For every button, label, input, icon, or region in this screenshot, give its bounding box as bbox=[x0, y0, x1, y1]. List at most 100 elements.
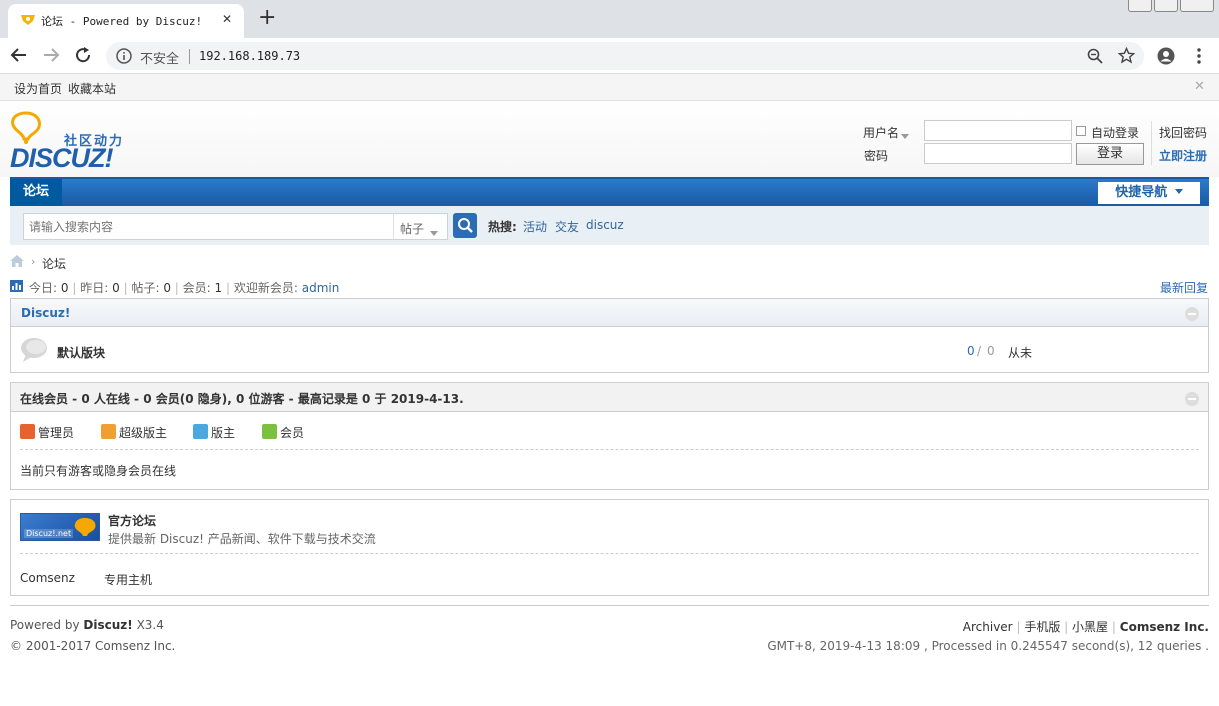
tab-title: 论坛 - Powered by Discuz! bbox=[41, 15, 203, 28]
bookmark-star-icon[interactable] bbox=[1117, 46, 1136, 67]
powered-by: Powered by Discuz! X3.4 bbox=[10, 618, 164, 632]
footer-links: Archiver | 手机版 | 小黑屋 | Comsenz Inc. bbox=[962, 620, 1209, 634]
login-button[interactable]: 登录 bbox=[1076, 143, 1144, 165]
search-type-select[interactable]: 帖子 bbox=[400, 220, 424, 237]
super-moderator-icon bbox=[101, 424, 116, 439]
password-input[interactable] bbox=[924, 143, 1072, 164]
browser-tab[interactable]: 论坛 - Powered by Discuz! ✕ bbox=[8, 4, 244, 38]
archiver-link[interactable]: Archiver bbox=[963, 620, 1013, 634]
stats-chart-icon bbox=[10, 280, 23, 295]
latest-replies-link[interactable]: 最新回复 bbox=[1160, 279, 1208, 296]
quick-nav-button[interactable]: 快捷导航 bbox=[1098, 182, 1200, 204]
collapse-icon[interactable] bbox=[1185, 307, 1199, 321]
official-logo-text: Discuz!.net bbox=[24, 529, 74, 538]
register-link[interactable]: 立即注册 bbox=[1159, 147, 1207, 164]
copyright: © 2001-2017 Comsenz Inc. bbox=[10, 639, 176, 653]
site-logo[interactable]: 社区动力 DISCUZ! bbox=[10, 111, 130, 173]
posts-count: 0 bbox=[163, 281, 171, 295]
main-nav: 论坛 快捷导航 bbox=[10, 177, 1209, 206]
site-header: 社区动力 DISCUZ! 用户名 密码 自动登录 登录 找回密码 立即注册 bbox=[0, 101, 1219, 177]
home-icon[interactable] bbox=[10, 255, 24, 270]
nav-item-forum[interactable]: 论坛 bbox=[10, 179, 62, 206]
forum-bubble-icon bbox=[20, 337, 50, 366]
dashed-divider bbox=[20, 553, 1199, 554]
forum-stats: 今日: 0 | 昨日: 0 | 帖子: 0 | 会员: 1 | 欢迎新会员: a… bbox=[29, 281, 340, 295]
search-button[interactable] bbox=[453, 213, 477, 238]
moderator-icon bbox=[193, 424, 208, 439]
favicon-icon bbox=[20, 13, 36, 27]
quick-nav-label: 快捷导航 bbox=[1115, 185, 1168, 200]
online-header: 在线会员 - 0 人在线 - 0 会员(0 隐身), 0 位游客 - 最高记录是… bbox=[11, 383, 1208, 412]
hot-term-link[interactable]: discuz bbox=[586, 218, 624, 232]
official-forum-desc: 提供最新 Discuz! 产品新闻、软件下载与技术交流 bbox=[108, 532, 376, 546]
hot-term-link[interactable]: 活动 bbox=[523, 218, 547, 235]
category-box: Discuz! 默认版块 0 / 0 从未 bbox=[10, 298, 1209, 373]
tab-close-icon[interactable]: ✕ bbox=[222, 12, 232, 26]
menu-icon[interactable] bbox=[1197, 48, 1201, 67]
search-icon bbox=[458, 218, 473, 233]
forum-name-link[interactable]: 默认版块 bbox=[57, 344, 105, 361]
reload-icon[interactable] bbox=[74, 46, 92, 67]
back-icon[interactable] bbox=[10, 46, 28, 67]
username-input[interactable] bbox=[924, 120, 1072, 141]
role-label: 管理员 bbox=[38, 426, 75, 440]
maximize-icon[interactable] bbox=[1154, 0, 1178, 12]
auto-login-label[interactable]: 自动登录 bbox=[1091, 124, 1139, 141]
logo-brand: DISCUZ! bbox=[10, 143, 113, 173]
browser-tab-strip: 论坛 - Powered by Discuz! ✕ + bbox=[0, 0, 1219, 38]
search-box: 帖子 bbox=[23, 213, 448, 240]
text-link[interactable]: Comsenz bbox=[20, 571, 75, 585]
mobile-link[interactable]: 手机版 bbox=[1024, 620, 1060, 634]
new-tab-button[interactable]: + bbox=[258, 6, 276, 30]
footer-divider bbox=[10, 605, 1209, 606]
username-dropdown-icon[interactable] bbox=[901, 128, 909, 142]
admin-icon bbox=[20, 424, 35, 439]
set-home-link[interactable]: 设为首页 bbox=[14, 80, 62, 97]
online-title[interactable]: 在线会员 - 0 人在线 - 0 会员(0 隐身), 0 位游客 - 最高记录是… bbox=[20, 390, 464, 407]
hot-search-label: 热搜: bbox=[488, 220, 517, 234]
debug-info: GMT+8, 2019-4-13 18:09 , Processed in 0.… bbox=[767, 639, 1209, 653]
role-legend: 管理员 超级版主 版主 会员 bbox=[20, 424, 1200, 440]
text-link[interactable]: 专用主机 bbox=[104, 571, 152, 588]
info-icon[interactable] bbox=[116, 48, 132, 67]
close-window-icon[interactable] bbox=[1180, 0, 1214, 12]
forgot-password-link[interactable]: 找回密码 bbox=[1159, 124, 1207, 141]
search-type-dropdown-icon[interactable] bbox=[430, 225, 438, 239]
username-label: 用户名 bbox=[863, 126, 900, 140]
category-header: Discuz! bbox=[11, 299, 1208, 327]
url-text: 192.168.189.73 bbox=[199, 49, 301, 63]
address-bar[interactable]: 不安全 192.168.189.73 bbox=[106, 42, 1144, 70]
online-members-box: 在线会员 - 0 人在线 - 0 会员(0 隐身), 0 位游客 - 最高记录是… bbox=[10, 382, 1209, 490]
role-label: 版主 bbox=[211, 426, 236, 440]
bookmark-site-link[interactable]: 收藏本站 bbox=[68, 80, 116, 97]
profile-icon[interactable] bbox=[1157, 47, 1175, 68]
blacklist-link[interactable]: 小黑屋 bbox=[1072, 620, 1108, 634]
site-topbar: 设为首页 收藏本站 ✕ bbox=[0, 74, 1219, 101]
zoom-icon[interactable] bbox=[1087, 48, 1103, 67]
company-link[interactable]: Comsenz Inc. bbox=[1120, 620, 1209, 634]
member-icon bbox=[262, 424, 277, 439]
chevron-down-icon bbox=[1174, 189, 1183, 194]
breadcrumb-current: 论坛 bbox=[42, 257, 67, 271]
forward-icon[interactable] bbox=[42, 46, 60, 67]
login-divider bbox=[1151, 121, 1152, 165]
category-title[interactable]: Discuz! bbox=[21, 306, 70, 320]
today-count: 0 bbox=[60, 281, 69, 295]
search-input[interactable] bbox=[24, 214, 392, 239]
official-forum-title[interactable]: 官方论坛 bbox=[108, 512, 156, 529]
address-divider bbox=[189, 49, 190, 64]
search-bar: 帖子 热搜: 活动 交友 discuz bbox=[10, 206, 1209, 245]
role-label: 会员 bbox=[280, 426, 305, 440]
auto-login-checkbox[interactable] bbox=[1076, 126, 1086, 136]
dashed-divider bbox=[20, 449, 1199, 450]
hot-term-link[interactable]: 交友 bbox=[555, 218, 579, 235]
discuz-link[interactable]: Discuz! bbox=[83, 618, 132, 632]
topbar-close-icon[interactable]: ✕ bbox=[1194, 79, 1205, 94]
official-forum-logo[interactable]: Discuz!.net bbox=[20, 513, 100, 541]
forum-threads-count: 0 bbox=[967, 344, 975, 358]
forum-count-slash: / bbox=[977, 344, 982, 358]
newest-member-link[interactable]: admin bbox=[302, 281, 340, 295]
forum-last-post: 从未 bbox=[1008, 346, 1033, 360]
collapse-icon[interactable] bbox=[1185, 392, 1199, 406]
minimize-icon[interactable] bbox=[1128, 0, 1152, 12]
